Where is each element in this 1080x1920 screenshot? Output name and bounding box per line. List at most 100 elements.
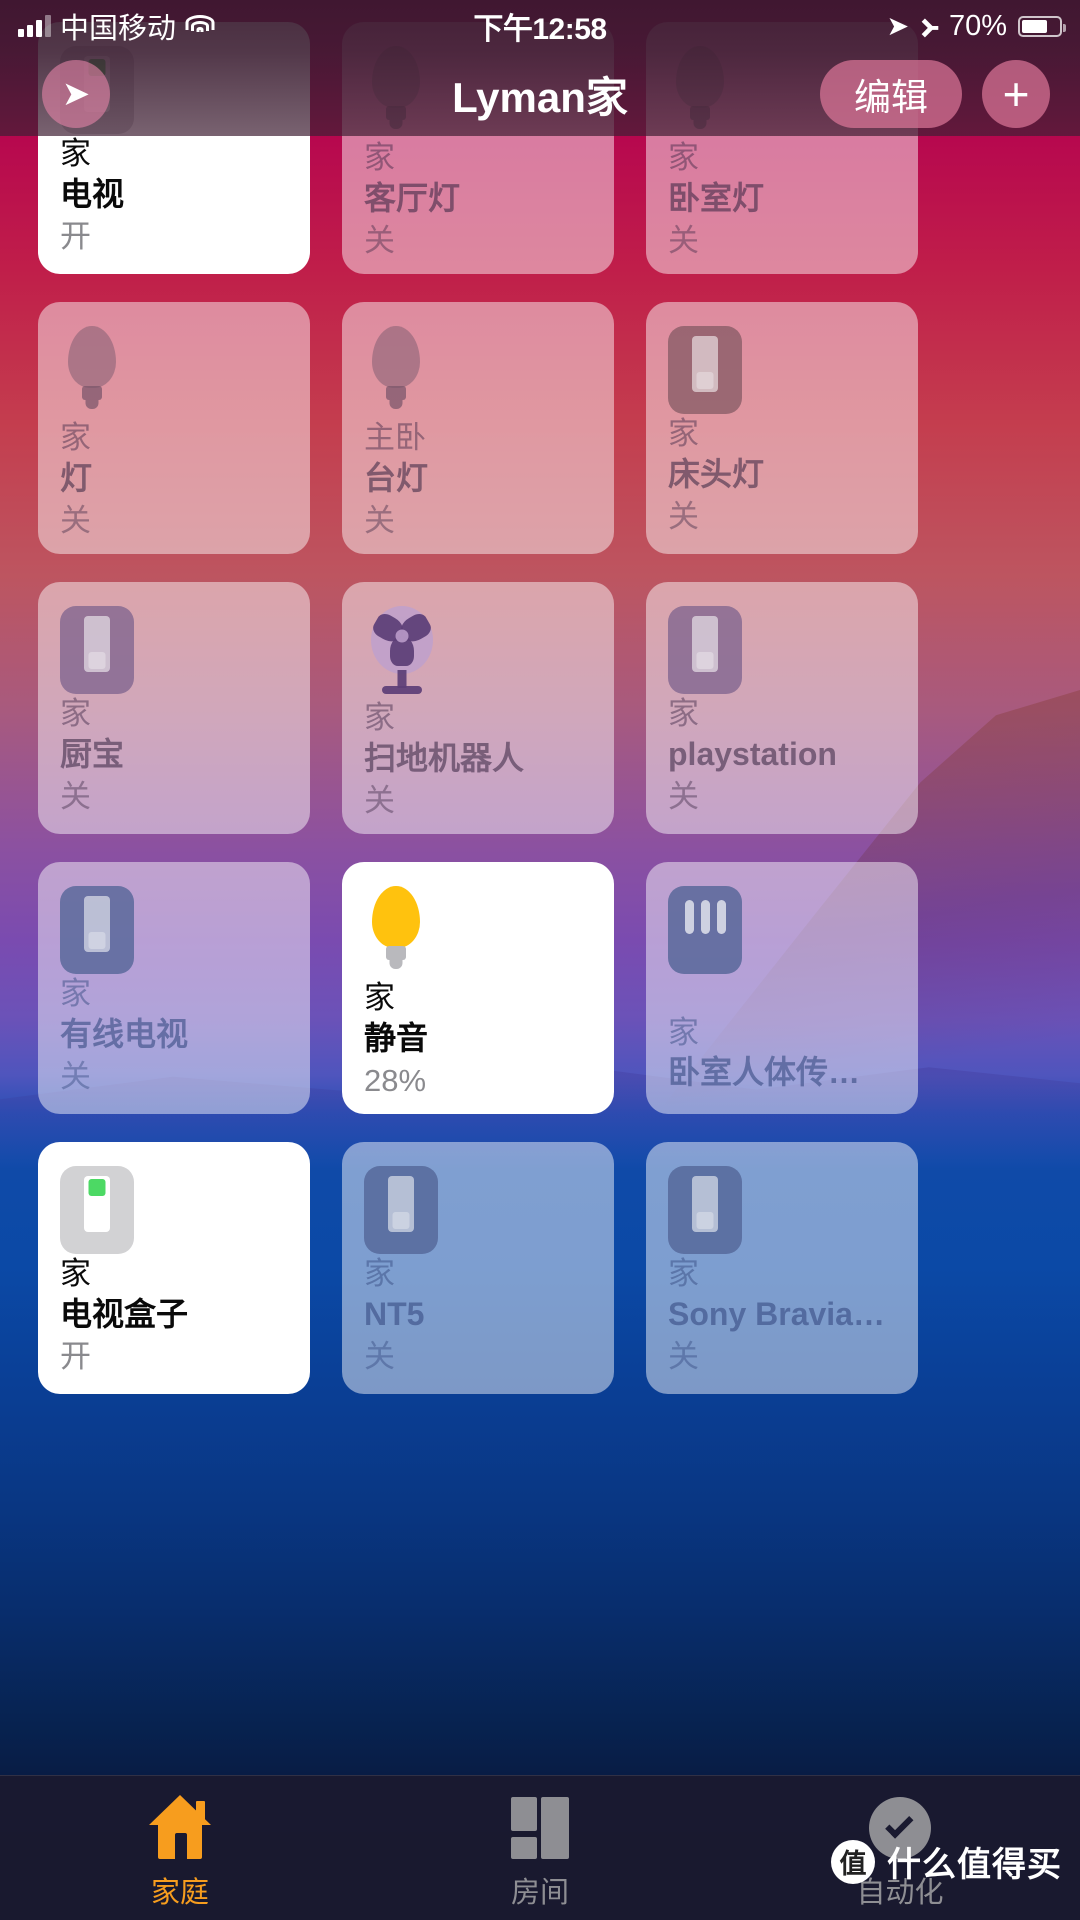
accessory-name: 卧室人体传… [668,1054,861,1091]
accessory-room: 家 [668,140,699,175]
accessory-labels: 家电视开 [60,134,288,258]
accessory-state: 关 [364,503,395,539]
accessory-tile[interactable]: 家扫地机器人关 [342,582,614,834]
tab-home[interactable]: 家庭 [0,1776,360,1920]
accessory-name: 电视 [60,175,125,212]
accessory-room: 家 [364,700,395,735]
accessory-tile[interactable]: 主卧 台灯关 [342,302,614,554]
accessory-labels: 家电视盒子开 [60,1254,288,1378]
location-arrow-button[interactable]: ➤ [42,60,110,128]
edit-button[interactable]: 编辑 [820,60,962,128]
accessory-room: 家 [668,696,699,731]
accessory-icon-wrap [668,886,896,978]
nav-right-group: 编辑 + [820,60,1080,128]
accessory-labels: 家卧室灯关 [668,138,896,262]
accessory-tile[interactable]: 家 NT5 关 [342,1142,614,1394]
accessory-labels: 家床头灯关 [668,414,896,538]
accessory-labels: 家卧室人体传… [668,1013,896,1096]
accessory-room: 主卧 [364,420,426,455]
accessory-icon-wrap [60,606,288,694]
accessory-tile[interactable]: 家 playstation 关 [646,582,918,834]
accessory-room: 家 [60,136,91,171]
accessory-room: 家 [60,420,91,455]
accessory-room: 家 [60,976,91,1011]
accessory-labels: 家灯关 [60,418,288,542]
accessory-room: 家 [364,1256,395,1291]
watermark: 值 什么值得买 [831,1837,1062,1886]
accessory-icon-wrap [668,606,896,694]
switch-icon [668,326,742,414]
switch-icon [668,606,742,694]
accessory-icon-wrap [668,1166,896,1254]
accessory-name: 厨宝 [60,735,125,772]
accessory-grid: 家电视开家客厅灯关家卧室灯关家灯关主卧 台灯关家床头灯关家厨宝关家扫地机器人关家 p… [0,22,1080,1662]
accessory-tile[interactable]: 家有线电视关 [38,862,310,1114]
battery-icon [1018,15,1066,37]
status-bar: 中国移动 下午12:58 ➤ ᚛ 70% [0,0,1080,52]
accessory-state: 关 [364,1339,395,1375]
accessory-tile[interactable]: 家静音 28% [342,862,614,1114]
accessory-tile[interactable]: 家 Sony Bravia… 关 [646,1142,918,1394]
accessory-name: playstation [668,735,837,772]
fan-icon [364,606,440,698]
watermark-text: 什么值得买 [887,1846,1062,1884]
accessory-icon-wrap [364,1166,592,1254]
status-bar-right: ➤ ᚛ 70% [886,10,1080,43]
switch-icon [60,1166,134,1254]
accessory-icon-wrap [364,606,592,698]
accessory-name: Sony Bravia… [668,1295,885,1332]
accessory-state: 关 [60,503,91,539]
sensor-icon [668,886,742,974]
accessory-state: 关 [668,223,699,259]
accessory-name: 扫地机器人 [364,739,525,776]
accessory-state: 关 [364,783,395,819]
accessory-icon-wrap [60,1166,288,1254]
accessory-state: 28% [364,1063,427,1099]
accessory-icon-wrap [364,326,592,418]
add-button[interactable]: + [982,60,1050,128]
battery-percent-label: 70% [948,9,1007,42]
location-arrow-icon: ➤ [886,10,910,41]
switch-icon [364,1166,438,1254]
accessory-state: 开 [60,219,91,255]
accessory-room: 家 [668,1256,699,1291]
accessory-room: 家 [60,696,91,731]
accessory-name: 静音 [364,1019,429,1056]
accessory-name: 床头灯 [668,455,765,492]
accessory-name: 灯 [60,459,93,496]
accessory-labels: 家静音 28% [364,978,592,1102]
accessory-name: 客厅灯 [364,179,461,216]
accessory-name: 卧室灯 [668,179,765,216]
accessory-labels: 家 playstation 关 [668,694,896,818]
nav-left-group: ➤ [0,60,110,128]
accessory-name: 台灯 [364,459,429,496]
switch-icon [668,1166,742,1254]
accessory-icon-wrap [668,326,896,414]
tab-home-label: 家庭 [150,1877,209,1909]
accessory-room: 家 [668,416,699,451]
accessory-icon-wrap [60,886,288,974]
switch-icon [60,886,134,974]
accessory-labels: 家有线电视关 [60,974,288,1098]
accessory-room: 家 [60,1256,91,1291]
accessory-labels: 家客厅灯关 [364,138,592,262]
watermark-logo: 值 [831,1839,875,1884]
accessory-tile[interactable]: 家厨宝关 [38,582,310,834]
accessory-labels: 主卧 台灯关 [364,418,592,542]
rooms-icon [511,1793,569,1859]
accessory-state: 关 [668,1339,699,1375]
accessory-labels: 家厨宝关 [60,694,288,818]
tab-rooms[interactable]: 房间 [360,1776,720,1920]
accessory-tile[interactable]: 家卧室人体传… [646,862,918,1114]
accessory-state: 关 [668,779,699,815]
accessory-state: 关 [60,779,91,815]
accessory-icon-wrap [60,326,288,418]
accessory-tile[interactable]: 家床头灯关 [646,302,918,554]
accessory-labels: 家扫地机器人关 [364,698,592,822]
house-icon [149,1793,211,1859]
accessory-icon-wrap [364,886,592,978]
accessory-tile[interactable]: 家电视盒子开 [38,1142,310,1394]
bulb-icon [60,326,124,418]
accessory-state: 关 [364,223,395,259]
accessory-tile[interactable]: 家灯关 [38,302,310,554]
